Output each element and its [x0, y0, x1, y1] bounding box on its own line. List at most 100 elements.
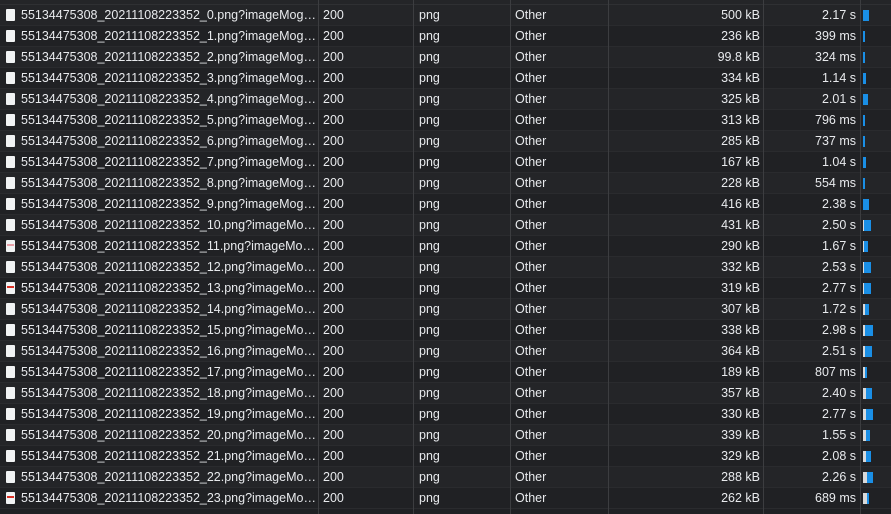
table-row[interactable]: 55134475308_20211108223352_2.png?imageMo… — [0, 47, 891, 68]
waterfall-download-bar — [863, 136, 865, 147]
request-name: 55134475308_20211108223352_6.png?imageMo… — [21, 134, 318, 148]
table-row[interactable]: 55134475308_20211108223352_0.png?imageMo… — [0, 5, 891, 26]
table-row[interactable]: 55134475308_20211108223352_1.png?imageMo… — [0, 26, 891, 47]
time-cell: 324 ms — [815, 50, 856, 64]
request-name: 55134475308_20211108223352_16.png?imageM… — [21, 344, 318, 358]
waterfall-cell — [861, 194, 891, 215]
table-row[interactable]: 55134475308_20211108223352_11.png?imageM… — [0, 236, 891, 257]
request-name: 55134475308_20211108223352_11.png?imageM… — [21, 239, 318, 253]
size-cell: 285 kB — [721, 134, 760, 148]
table-row[interactable]: 55134475308_20211108223352_3.png?imageMo… — [0, 68, 891, 89]
table-row[interactable]: 55134475308_20211108223352_15.png?imageM… — [0, 320, 891, 341]
table-row[interactable]: 55134475308_20211108223352_6.png?imageMo… — [0, 131, 891, 152]
request-name: 55134475308_20211108223352_5.png?imageMo… — [21, 113, 318, 127]
table-row[interactable]: 55134475308_20211108223352_22.png?imageM… — [0, 467, 891, 488]
initiator-cell: Other — [515, 344, 547, 358]
waterfall-cell — [861, 215, 891, 236]
time-cell: 2.77 s — [821, 407, 856, 421]
waterfall-cell — [861, 425, 891, 446]
request-name: 55134475308_20211108223352_20.png?imageM… — [21, 428, 318, 442]
waterfall-download-bar — [864, 283, 871, 294]
table-row[interactable]: 55134475308_20211108223352_13.png?imageM… — [0, 278, 891, 299]
waterfall-cell — [861, 467, 891, 488]
waterfall-download-bar — [863, 178, 865, 189]
table-row[interactable]: 55134475308_20211108223352_23.png?imageM… — [0, 488, 891, 509]
request-name: 55134475308_20211108223352_2.png?imageMo… — [21, 50, 318, 64]
column-divider — [510, 0, 511, 514]
waterfall-cell — [861, 110, 891, 131]
column-divider — [608, 0, 609, 514]
image-file-icon — [6, 30, 15, 42]
table-row[interactable]: 55134475308_20211108223352_7.png?imageMo… — [0, 152, 891, 173]
request-name: 55134475308_20211108223352_22.png?imageM… — [21, 470, 318, 484]
status-cell: 200 — [323, 92, 344, 106]
table-row[interactable]: 55134475308_20211108223352_9.png?imageMo… — [0, 194, 891, 215]
status-cell: 200 — [323, 50, 344, 64]
table-row[interactable]: 55134475308_20211108223352_10.png?imageM… — [0, 215, 891, 236]
waterfall-cell — [861, 26, 891, 47]
waterfall-download-bar — [867, 493, 869, 504]
waterfall-download-bar — [863, 73, 866, 84]
request-name: 55134475308_20211108223352_7.png?imageMo… — [21, 155, 318, 169]
image-file-icon — [6, 345, 15, 357]
table-row[interactable]: 55134475308_20211108223352_4.png?imageMo… — [0, 89, 891, 110]
initiator-cell: Other — [515, 155, 547, 169]
type-cell: png — [419, 113, 440, 127]
time-cell: 2.17 s — [821, 8, 856, 22]
image-file-icon — [6, 408, 15, 420]
column-divider — [318, 0, 319, 514]
type-cell: png — [419, 239, 440, 253]
request-name: 55134475308_20211108223352_1.png?imageMo… — [21, 29, 318, 43]
waterfall-cell — [861, 173, 891, 194]
waterfall-cell — [861, 383, 891, 404]
table-row[interactable]: 55134475308_20211108223352_5.png?imageMo… — [0, 110, 891, 131]
request-name: 55134475308_20211108223352_9.png?imageMo… — [21, 197, 318, 211]
request-name: 55134475308_20211108223352_21.png?imageM… — [21, 449, 318, 463]
initiator-cell: Other — [515, 407, 547, 421]
initiator-cell: Other — [515, 491, 547, 505]
table-row[interactable]: 55134475308_20211108223352_20.png?imageM… — [0, 425, 891, 446]
time-cell: 554 ms — [815, 176, 856, 190]
status-cell: 200 — [323, 407, 344, 421]
initiator-cell: Other — [515, 428, 547, 442]
type-cell: png — [419, 365, 440, 379]
waterfall-cell — [861, 47, 891, 68]
type-cell: png — [419, 428, 440, 442]
initiator-cell: Other — [515, 176, 547, 190]
waterfall-download-bar — [864, 241, 868, 252]
network-request-table: 55134475308_20211108223352_0.png?imageMo… — [0, 0, 891, 514]
table-row[interactable]: 55134475308_20211108223352_14.png?imageM… — [0, 299, 891, 320]
waterfall-cell — [861, 446, 891, 467]
table-row[interactable]: 55134475308_20211108223352_21.png?imageM… — [0, 446, 891, 467]
request-name: 55134475308_20211108223352_17.png?imageM… — [21, 365, 318, 379]
status-cell: 200 — [323, 344, 344, 358]
waterfall-download-bar — [864, 262, 871, 273]
image-file-icon — [6, 72, 15, 84]
column-divider — [860, 0, 861, 514]
image-file-icon — [6, 198, 15, 210]
initiator-cell: Other — [515, 281, 547, 295]
initiator-cell: Other — [515, 260, 547, 274]
status-cell: 200 — [323, 281, 344, 295]
table-row[interactable]: 55134475308_20211108223352_17.png?imageM… — [0, 362, 891, 383]
image-file-icon — [6, 219, 15, 231]
size-cell: 99.8 kB — [717, 50, 760, 64]
initiator-cell: Other — [515, 29, 547, 43]
request-name: 55134475308_20211108223352_0.png?imageMo… — [21, 8, 318, 22]
waterfall-cell — [861, 257, 891, 278]
table-row[interactable]: 55134475308_20211108223352_18.png?imageM… — [0, 383, 891, 404]
request-name: 55134475308_20211108223352_13.png?imageM… — [21, 281, 318, 295]
time-cell: 2.77 s — [821, 281, 856, 295]
table-row[interactable]: 55134475308_20211108223352_8.png?imageMo… — [0, 173, 891, 194]
size-cell: 307 kB — [721, 302, 760, 316]
table-row[interactable]: 55134475308_20211108223352_16.png?imageM… — [0, 341, 891, 362]
type-cell: png — [419, 323, 440, 337]
waterfall-cell — [861, 236, 891, 257]
initiator-cell: Other — [515, 365, 547, 379]
waterfall-download-bar — [863, 94, 868, 105]
table-row[interactable]: 55134475308_20211108223352_19.png?imageM… — [0, 404, 891, 425]
waterfall-cell — [861, 68, 891, 89]
time-cell: 737 ms — [815, 134, 856, 148]
table-row[interactable]: 55134475308_20211108223352_12.png?imageM… — [0, 257, 891, 278]
status-cell: 200 — [323, 218, 344, 232]
